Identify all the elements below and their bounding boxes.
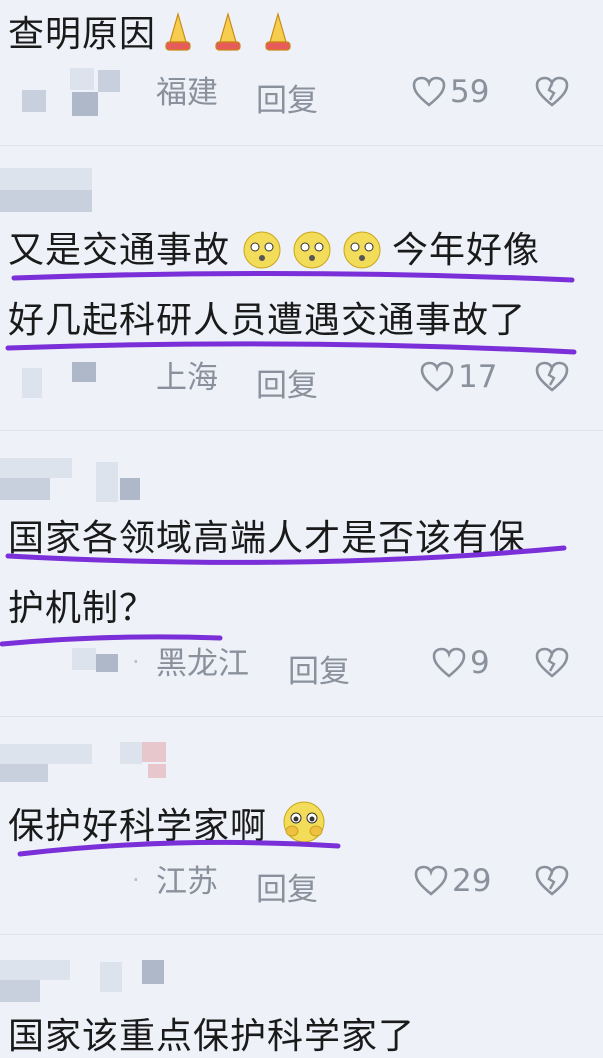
- reply-button[interactable]: 回复: [256, 75, 318, 120]
- username-blur: [120, 478, 140, 500]
- username-blur: [142, 742, 166, 762]
- username-blur: [0, 190, 92, 212]
- comment-text: 护机制？: [8, 588, 157, 629]
- avatar-blur: [96, 654, 118, 672]
- username-blur: [0, 478, 50, 500]
- broken-heart-icon[interactable]: [535, 76, 569, 108]
- avatar-blur: [70, 68, 94, 90]
- username-blur: [0, 980, 40, 1002]
- comment-text: 国家该重点保护科学家了: [8, 1016, 416, 1057]
- reply-button[interactable]: 回复: [288, 646, 350, 691]
- username-blur: [0, 458, 72, 478]
- divider: [0, 430, 603, 431]
- reply-button[interactable]: 回复: [256, 864, 318, 909]
- like-button[interactable]: 59: [412, 74, 489, 110]
- location-label: 江苏: [156, 864, 218, 900]
- separator-dot: ·: [132, 866, 140, 894]
- heart-icon: [432, 647, 466, 678]
- avatar-blur: [98, 70, 120, 92]
- like-button[interactable]: 9: [432, 645, 490, 681]
- like-count: 29: [452, 863, 492, 899]
- avatar-blur: [72, 362, 96, 382]
- avatar-blur: [22, 90, 46, 112]
- like-count: 17: [458, 359, 498, 395]
- highlight-underline: [11, 270, 575, 283]
- username-blur: [142, 960, 164, 984]
- avatar-blur: [72, 648, 96, 670]
- highlight-underline: [17, 839, 341, 857]
- like-count: 9: [470, 645, 490, 681]
- heart-icon: [414, 865, 448, 896]
- location-label: 黑龙江: [156, 646, 249, 682]
- broken-heart-icon[interactable]: [535, 865, 569, 897]
- heart-icon: [412, 76, 446, 107]
- comment-text: 查明原因: [8, 14, 157, 55]
- username-blur: [0, 168, 92, 190]
- username-blur: [148, 764, 166, 778]
- divider: [0, 145, 603, 146]
- location-label: 上海: [156, 360, 218, 396]
- pray-icon: [165, 11, 291, 51]
- reply-button[interactable]: 回复: [256, 360, 318, 405]
- heart-icon: [420, 361, 454, 392]
- highlight-underline: [5, 341, 577, 355]
- like-button[interactable]: 29: [414, 863, 491, 899]
- broken-heart-icon[interactable]: [535, 647, 569, 679]
- separator-dot: ·: [132, 648, 140, 676]
- broken-heart-icon[interactable]: [535, 361, 569, 393]
- username-blur: [0, 960, 70, 980]
- divider: [0, 934, 603, 935]
- location-label: 福建: [156, 75, 218, 111]
- username-blur: [96, 462, 118, 502]
- like-count: 59: [450, 74, 490, 110]
- avatar-blur: [22, 368, 42, 398]
- username-blur: [0, 744, 92, 764]
- like-button[interactable]: 17: [420, 359, 497, 395]
- username-blur: [120, 742, 142, 764]
- divider: [0, 716, 603, 717]
- username-blur: [100, 962, 122, 992]
- avatar-blur: [72, 92, 98, 116]
- username-blur: [0, 764, 48, 782]
- highlight-underline: [5, 545, 567, 565]
